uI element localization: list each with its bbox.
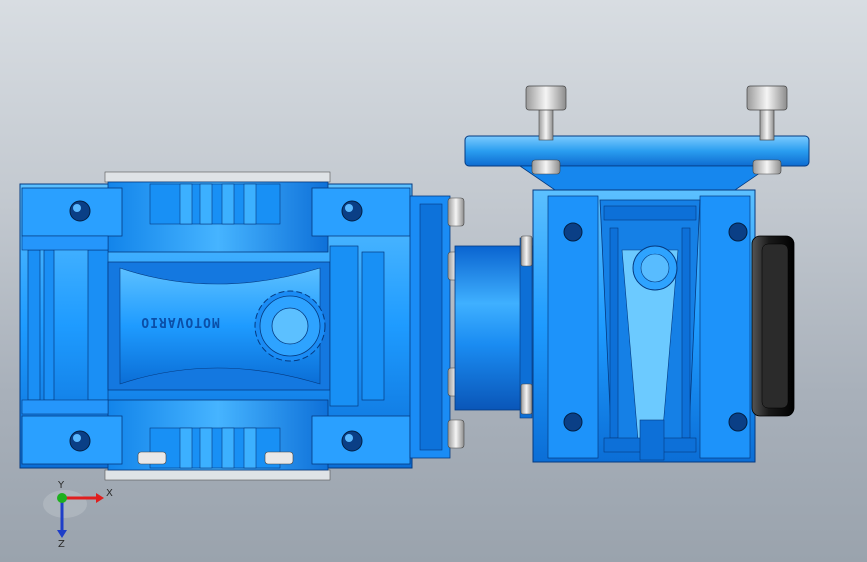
z-axis-label: Z (58, 539, 65, 548)
left-top-band (104, 171, 331, 183)
coupling-section[interactable] (409, 195, 536, 459)
left-bottom-band (104, 469, 331, 481)
x-axis-label: X (106, 488, 113, 499)
y-axis-icon (57, 493, 67, 503)
model-view[interactable]: MOTOVARIO (0, 0, 867, 562)
breather-plug-gear (254, 290, 326, 362)
y-axis-label: Y (57, 480, 65, 491)
brand-engraving: MOTOVARIO (140, 314, 219, 329)
cad-viewport[interactable]: MOTOVARIO X Z Y (0, 0, 867, 562)
left-housing[interactable]: MOTOVARIO (19, 171, 413, 481)
orientation-triad[interactable]: X Z Y (40, 478, 130, 548)
